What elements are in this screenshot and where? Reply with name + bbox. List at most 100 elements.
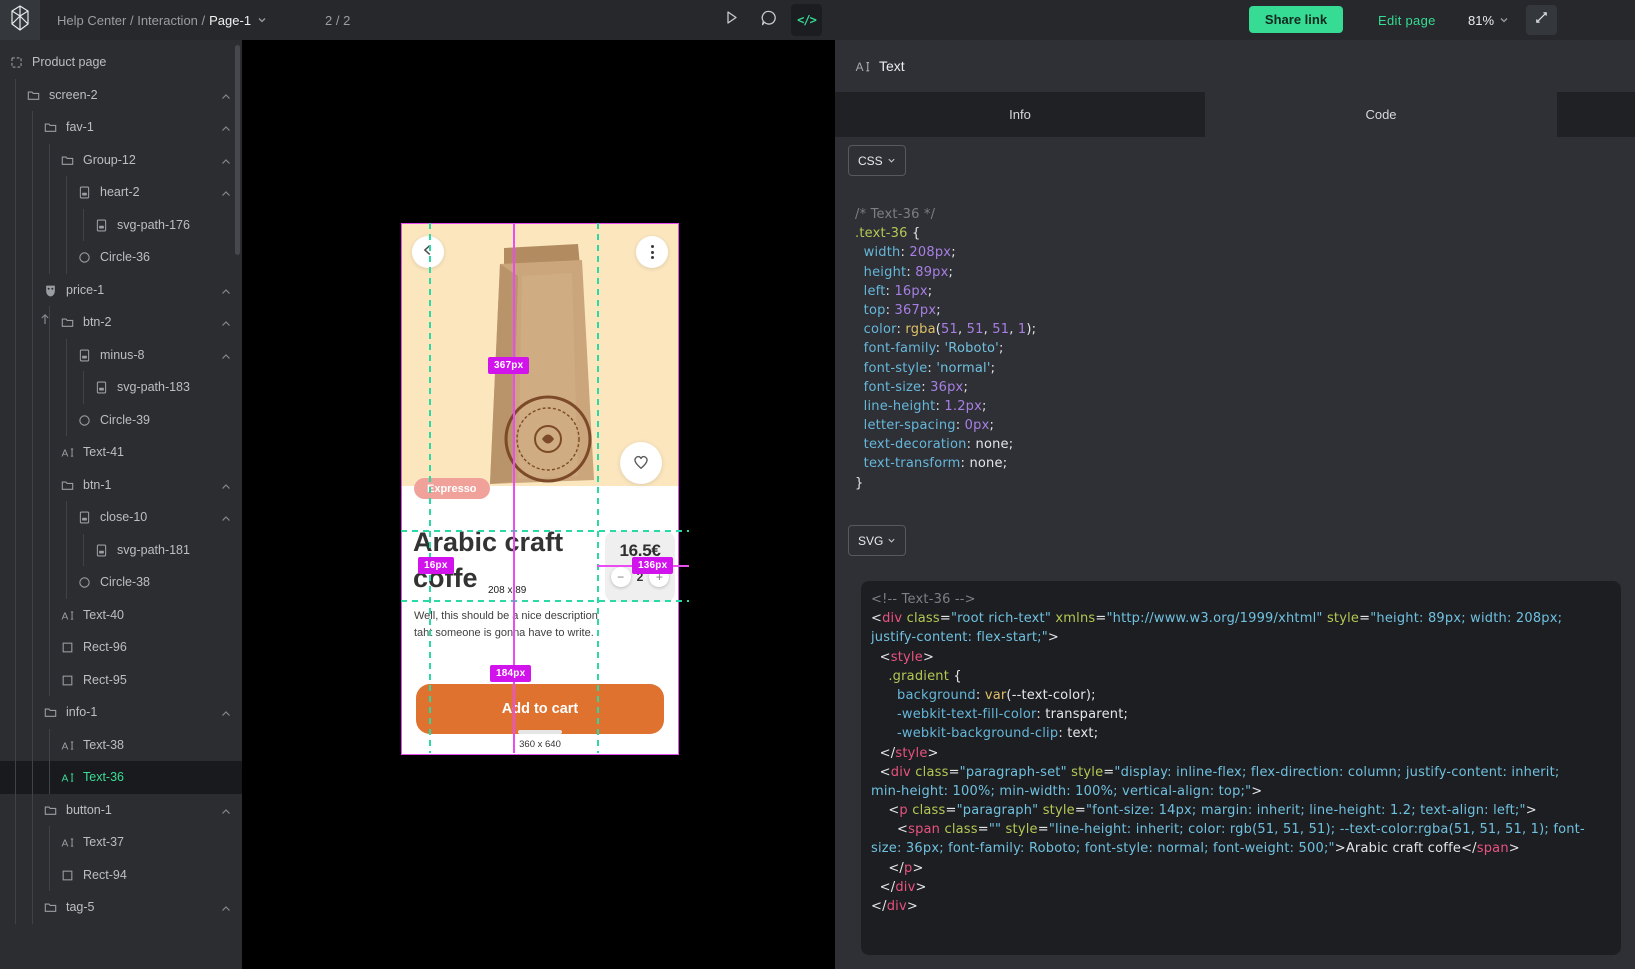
chevron-up-icon[interactable] xyxy=(220,122,232,134)
indent-guide xyxy=(32,274,33,307)
description-line1: Well, this should be a nice description xyxy=(414,608,598,625)
chevron-up-icon[interactable] xyxy=(220,90,232,102)
chevron-up-icon[interactable] xyxy=(220,512,232,524)
layer-item-heart-2[interactable]: heart-2 xyxy=(0,176,242,209)
chevron-up-icon[interactable] xyxy=(220,285,232,297)
code-line: font-style: 'normal'; xyxy=(855,359,1036,378)
indent-guide xyxy=(66,339,67,372)
favorite-button[interactable] xyxy=(620,442,662,484)
layer-item-text-37[interactable]: AText-37 xyxy=(0,826,242,859)
layer-item-fav-1[interactable]: fav-1 xyxy=(0,111,242,144)
sidebar-scrollbar[interactable] xyxy=(235,45,240,255)
menu-button[interactable] xyxy=(636,236,668,268)
layer-item-minus-8[interactable]: minus-8 xyxy=(0,339,242,372)
preview-play-button[interactable] xyxy=(714,0,748,40)
indent-guide xyxy=(66,371,67,404)
edit-page-link[interactable]: Edit page xyxy=(1378,0,1436,40)
breadcrumb[interactable]: Help Center / Interaction / Page-1 xyxy=(57,0,267,40)
indent-guide xyxy=(15,599,16,632)
tab-code[interactable]: Code xyxy=(1205,92,1557,137)
svg-text:A: A xyxy=(62,838,69,849)
chevron-up-icon[interactable] xyxy=(220,480,232,492)
layer-item-rect-94[interactable]: Rect-94 xyxy=(0,859,242,892)
layer-item-text-41[interactable]: AText-41 xyxy=(0,436,242,469)
layer-label: Product page xyxy=(32,55,106,69)
code-line: <div class="root rich-text" xmlns="http:… xyxy=(871,609,1585,628)
layer-item-btn-1[interactable]: btn-1 xyxy=(0,469,242,502)
layer-item-group-12[interactable]: Group-12 xyxy=(0,144,242,177)
indent-guide xyxy=(15,209,16,242)
code-mode-button[interactable]: </> xyxy=(791,4,822,36)
text-icon: A xyxy=(61,609,74,622)
layer-item-product page[interactable]: Product page xyxy=(0,46,242,79)
layer-item-price-1[interactable]: price-1 xyxy=(0,274,242,307)
indent-guide xyxy=(15,729,16,762)
indent-guide xyxy=(32,729,33,762)
comments-button[interactable] xyxy=(752,0,786,40)
fullscreen-button[interactable] xyxy=(1526,5,1557,35)
layer-item-rect-95[interactable]: Rect-95 xyxy=(0,664,242,697)
indent-guide xyxy=(32,501,33,534)
share-link-button[interactable]: Share link xyxy=(1249,6,1343,33)
css-format-select[interactable]: CSS xyxy=(848,145,906,176)
layer-item-btn-2[interactable]: btn-2 xyxy=(0,306,242,339)
indent-guide xyxy=(32,891,33,924)
chevron-up-icon[interactable] xyxy=(220,707,232,719)
chevron-up-icon[interactable] xyxy=(220,902,232,914)
add-to-cart-button[interactable]: Add to cart xyxy=(416,684,664,734)
layer-item-tag-5[interactable]: tag-5 xyxy=(0,891,242,924)
code-line: -webkit-background-clip: text; xyxy=(871,724,1585,743)
svg-code-box[interactable]: <!-- Text-36 --><div class="root rich-te… xyxy=(861,581,1621,955)
indent-guide xyxy=(66,209,67,242)
svg-text:A: A xyxy=(62,448,69,459)
css-code-block[interactable]: /* Text-36 */.text-36 { width: 208px; he… xyxy=(855,205,1036,493)
measure-badge-bottom: 184px xyxy=(490,665,531,682)
layer-item-close-10[interactable]: close-10 xyxy=(0,501,242,534)
layer-item-button-1[interactable]: button-1 xyxy=(0,794,242,827)
layer-item-info-1[interactable]: info-1 xyxy=(0,696,242,729)
chevron-up-icon[interactable] xyxy=(220,805,232,817)
indent-guide xyxy=(32,664,33,697)
layer-item-text-36[interactable]: AText-36 xyxy=(0,761,242,794)
layer-label: screen-2 xyxy=(49,88,98,102)
layer-item-text-40[interactable]: AText-40 xyxy=(0,599,242,632)
chevron-up-icon[interactable] xyxy=(220,187,232,199)
chevron-up-icon[interactable] xyxy=(220,317,232,329)
zoom-level-control[interactable]: 81% xyxy=(1468,0,1509,40)
layer-label: button-1 xyxy=(66,803,112,817)
layer-item-svg-path-176[interactable]: svg-path-176 xyxy=(0,209,242,242)
layer-item-text-38[interactable]: AText-38 xyxy=(0,729,242,762)
tab-info[interactable]: Info xyxy=(835,92,1205,137)
device-frame[interactable]: Expresso Arabic craft coffe 16.5€ − 2 + … xyxy=(401,223,679,755)
layer-item-rect-96[interactable]: Rect-96 xyxy=(0,631,242,664)
layer-item-screen-2[interactable]: screen-2 xyxy=(0,79,242,112)
minus-button[interactable]: − xyxy=(611,567,631,587)
layer-label: Rect-95 xyxy=(83,673,127,687)
layer-item-circle-36[interactable]: Circle-36 xyxy=(0,241,242,274)
layer-item-svg-path-181[interactable]: svg-path-181 xyxy=(0,534,242,567)
chevron-up-icon[interactable] xyxy=(220,155,232,167)
expand-icon xyxy=(1534,10,1549,30)
canvas[interactable]: Expresso Arabic craft coffe 16.5€ − 2 + … xyxy=(242,40,835,969)
svg-format-value: SVG xyxy=(858,534,883,548)
indent-guide xyxy=(32,144,33,177)
code-line: color: rgba(51, 51, 51, 1); xyxy=(855,320,1036,339)
code-line: /* Text-36 */ xyxy=(855,205,1036,224)
indent-guide xyxy=(66,566,67,599)
indent-guide xyxy=(15,696,16,729)
indent-guide xyxy=(32,176,33,209)
chevron-down-icon xyxy=(257,15,267,25)
svg-format-select[interactable]: SVG xyxy=(848,525,906,556)
layer-item-svg-path-183[interactable]: svg-path-183 xyxy=(0,371,242,404)
code-line: <p class="paragraph" style="font-size: 1… xyxy=(871,801,1585,820)
app-logo[interactable] xyxy=(0,0,40,40)
back-button[interactable] xyxy=(412,236,444,268)
indent-guide xyxy=(66,501,67,534)
code-line: text-transform: none; xyxy=(855,454,1036,473)
layer-item-circle-39[interactable]: Circle-39 xyxy=(0,404,242,437)
indent-guide xyxy=(15,144,16,177)
text-layer-icon: A xyxy=(855,59,870,74)
home-indicator xyxy=(518,730,562,734)
chevron-up-icon[interactable] xyxy=(220,350,232,362)
layer-item-circle-38[interactable]: Circle-38 xyxy=(0,566,242,599)
